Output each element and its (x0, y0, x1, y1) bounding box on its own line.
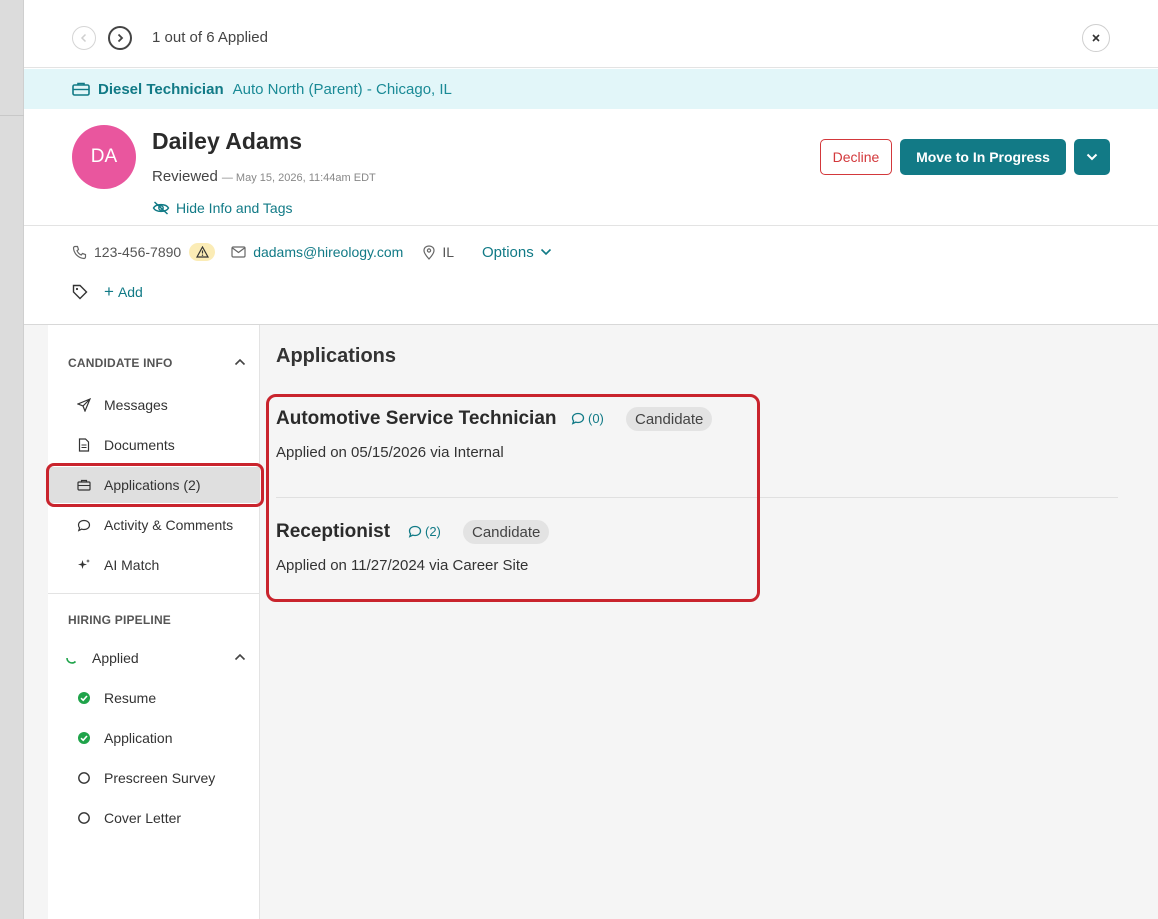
next-candidate-button[interactable] (108, 26, 132, 50)
job-title-link[interactable]: Diesel Technician (98, 81, 224, 98)
pipeline-step-label: Prescreen Survey (104, 770, 216, 786)
pipeline-step-application[interactable]: Application (48, 720, 260, 756)
job-location: Auto North (Parent) - Chicago, IL (232, 80, 452, 98)
page-backdrop (0, 0, 24, 919)
briefcase-icon (72, 82, 90, 96)
avatar: DA (72, 125, 136, 189)
hide-info-label: Hide Info and Tags (176, 200, 293, 216)
email-link[interactable]: dadams@hireology.com (253, 244, 403, 260)
pipeline-step-prescreen-survey[interactable]: Prescreen Survey (48, 760, 260, 796)
pipeline-stage-label: Applied (92, 650, 139, 666)
applications-highlight-outline (266, 394, 760, 602)
sidebar-item-documents[interactable]: Documents (48, 427, 260, 463)
comment-icon (76, 519, 92, 532)
sidebar-item-messages[interactable]: Messages (48, 387, 260, 423)
pipeline-stage-applied[interactable]: Applied (48, 640, 260, 676)
chevron-up-icon[interactable] (234, 358, 246, 366)
status-timestamp: — May 15, 2026, 11:44am EDT (221, 172, 376, 184)
location-pin-icon (423, 244, 435, 260)
warning-icon (195, 246, 209, 258)
empty-circle-icon (76, 811, 92, 825)
tag-icon (72, 284, 88, 300)
close-button[interactable] (1082, 24, 1110, 52)
sidebar-item-ai-match[interactable]: AI Match (48, 547, 260, 583)
page-title: Applications (276, 345, 397, 367)
options-label: Options (482, 243, 534, 261)
sidebar-item-label: Messages (104, 397, 168, 413)
phone-warning-badge[interactable] (189, 243, 216, 261)
sidebar-item-label: Activity & Comments (104, 517, 234, 533)
check-circle-icon (76, 731, 92, 745)
candidate-position-count: 1 out of 6 Applied (152, 29, 268, 46)
pipeline-step-label: Resume (104, 690, 157, 706)
chevron-up-icon[interactable] (234, 653, 246, 661)
sparkle-icon (76, 558, 92, 572)
candidate-location: IL (442, 244, 455, 260)
send-icon (76, 398, 92, 412)
phone-icon (72, 245, 87, 260)
check-circle-icon (76, 691, 92, 705)
hide-info-and-tags-link[interactable]: Hide Info and Tags (152, 200, 293, 216)
pipeline-step-label: Application (104, 730, 173, 746)
options-dropdown[interactable]: Options (482, 244, 552, 261)
applications-highlight-outline (46, 463, 264, 507)
status-label: Reviewed (152, 168, 218, 185)
chevron-down-icon (540, 248, 551, 256)
pipeline-step-cover-letter[interactable]: Cover Letter (48, 800, 260, 836)
mail-icon (231, 246, 246, 258)
decline-button[interactable]: Decline (820, 139, 892, 175)
divider (48, 593, 260, 594)
sidebar-item-activity-comments[interactable]: Activity & Comments (48, 507, 260, 543)
candidate-info-section-title: CANDIDATE INFO (68, 356, 173, 370)
phone-number[interactable]: 123-456-7890 (94, 244, 181, 260)
add-tag-label: Add (117, 284, 143, 300)
chevron-down-icon (1086, 153, 1098, 161)
chevron-left-icon (80, 33, 87, 43)
tags-row: + Add (72, 281, 143, 303)
divider (24, 225, 1158, 226)
document-icon (76, 438, 92, 452)
pipeline-step-label: Cover Letter (104, 810, 182, 826)
contact-info-row: 123-456-7890 dadams@hireology.com IL Opt… (72, 241, 552, 263)
progress-spinner-icon (64, 651, 80, 665)
prev-candidate-button[interactable] (72, 26, 96, 50)
empty-circle-icon (76, 771, 92, 785)
candidate-status: Reviewed — May 15, 2026, 11:44am EDT (152, 168, 376, 185)
chevron-right-icon (117, 33, 124, 43)
add-tag-button[interactable]: + Add (104, 282, 143, 302)
candidate-name: Dailey Adams (152, 128, 302, 154)
pipeline-step-resume[interactable]: Resume (48, 680, 260, 716)
sidebar-item-label: AI Match (104, 557, 160, 573)
sidebar-item-label: Documents (104, 437, 175, 453)
close-icon (1092, 34, 1100, 42)
more-actions-dropdown-button[interactable] (1074, 139, 1110, 175)
candidate-panel: 1 out of 6 Applied Diesel Technician Aut… (24, 0, 1158, 919)
candidate-nav-bar: 1 out of 6 Applied (24, 0, 1158, 68)
move-to-in-progress-button[interactable]: Move to In Progress (900, 139, 1066, 175)
job-banner: Diesel Technician Auto North (Parent) - … (24, 69, 1158, 109)
eye-off-icon (152, 201, 170, 215)
candidate-sidebar: CANDIDATE INFO Messages Documents Applic… (46, 325, 264, 919)
hiring-pipeline-section-title: HIRING PIPELINE (68, 613, 172, 627)
